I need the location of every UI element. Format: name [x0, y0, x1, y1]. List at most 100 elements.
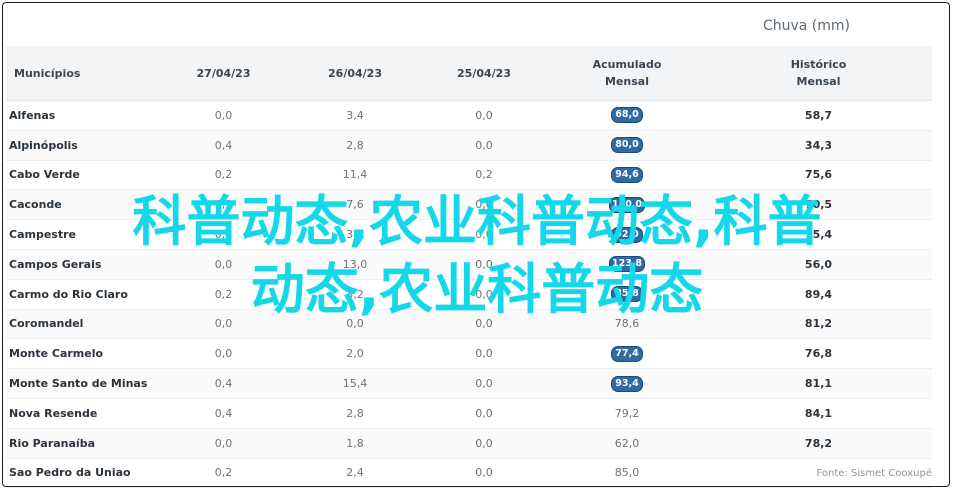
- date-3-cell: 0,0: [419, 219, 549, 250]
- table-row: Alfenas 0,0 3,4 0,0 68,0 58,7: [6, 100, 932, 131]
- date-1-cell: 0,0: [156, 309, 291, 340]
- date-3-cell: 0,0: [419, 338, 549, 370]
- table-header-row: Municípios 27/04/23 26/04/23 25/04/23 Ac…: [6, 46, 932, 101]
- table-row: Carmo do Rio Claro 0,2 3,2 0,0 85,8 89,4: [6, 279, 932, 310]
- municipio-cell: Sao Pedro da Uniao: [6, 458, 156, 489]
- date-1-cell: 0,0: [156, 100, 291, 131]
- municipio-cell: Caconde: [6, 189, 156, 221]
- table-row: Campos Gerais 0,0 13,0 0,0 123,8 56,0: [6, 249, 932, 280]
- historico-cell: 58,7: [705, 100, 932, 131]
- date-3-cell: 0,0: [419, 398, 549, 429]
- municipio-cell: Campestre: [6, 219, 156, 250]
- acumulado-cell: 79,2: [549, 398, 705, 429]
- date-1-cell: 0,0: [156, 428, 291, 459]
- table-row: Cabo Verde 0,2 11,4 0,2 94,6 75,6: [6, 160, 932, 191]
- acumulado-cell: 68,0: [549, 100, 705, 131]
- date-1-cell: 0,2: [156, 219, 291, 250]
- acumulado-cell: 93,4: [549, 368, 705, 399]
- date-2-cell: 13,0: [291, 249, 419, 280]
- historico-cell: 81,1: [705, 368, 932, 399]
- acumulado-badge: 85,8: [611, 286, 643, 303]
- source-note: Fonte: Sismet Cooxupé: [816, 468, 932, 479]
- date-2-cell: 2,8: [291, 398, 419, 429]
- table-row: Caconde 0,2 7,6 0,0 140,0 70,5: [6, 189, 932, 221]
- municipio-cell: Campos Gerais: [6, 249, 156, 280]
- acumulado-cell: 80,0: [549, 130, 705, 161]
- date-3-cell: 0,0: [419, 368, 549, 399]
- date-2-cell: 3,6: [291, 219, 419, 250]
- table-row: Nova Resende 0,4 2,8 0,0 79,2 84,1: [6, 398, 932, 429]
- table-row: Rio Paranaíba 0,0 1,8 0,0 62,0 78,2: [6, 428, 932, 459]
- table-body: Alfenas 0,0 3,4 0,0 68,0 58,7 Alpinópolis 0,4 2,…: [6, 100, 932, 489]
- header-acumulado: Acumulado Mensal: [549, 46, 705, 101]
- header-date-2: 26/04/23: [291, 46, 419, 101]
- municipio-cell: Carmo do Rio Claro: [6, 279, 156, 310]
- date-3-cell: 0,0: [419, 279, 549, 310]
- date-2-cell: 2,8: [291, 130, 419, 161]
- date-2-cell: 7,6: [291, 189, 419, 221]
- municipio-cell: Rio Paranaíba: [6, 428, 156, 459]
- table-row: Coromandel 0,0 0,0 0,0 78,6 81,2: [6, 309, 932, 340]
- date-3-cell: 0,0: [419, 458, 549, 489]
- date-2-cell: 2,4: [291, 458, 419, 489]
- header-historico-line1: Histórico: [790, 58, 847, 71]
- table-row: Monte Carmelo 0,0 2,0 0,0 77,4 76,8: [6, 338, 932, 370]
- historico-cell: 56,0: [705, 249, 932, 280]
- historico-cell: 70,5: [705, 189, 932, 221]
- date-1-cell: 0,2: [156, 160, 291, 191]
- acumulado-cell: 92,0: [549, 219, 705, 250]
- acumulado-cell: 85,0: [549, 458, 705, 489]
- date-2-cell: 1,8: [291, 428, 419, 459]
- municipio-cell: Alpinópolis: [6, 130, 156, 161]
- header-municipios: Municípios: [6, 46, 156, 101]
- acumulado-badge: 93,4: [611, 375, 643, 392]
- municipio-cell: Alfenas: [6, 100, 156, 131]
- date-1-cell: 0,4: [156, 398, 291, 429]
- date-3-cell: 0,0: [419, 309, 549, 340]
- acumulado-badge: 123,8: [608, 256, 646, 273]
- table-row: Campestre 0,2 3,6 0,0 92,0 75,4: [6, 219, 932, 250]
- acumulado-badge: 77,4: [611, 345, 643, 362]
- date-3-cell: 0,0: [419, 428, 549, 459]
- historico-cell: 89,4: [705, 279, 932, 310]
- date-1-cell: 0,0: [156, 249, 291, 280]
- acumulado-cell: 62,0: [549, 428, 705, 459]
- date-2-cell: 0,0: [291, 309, 419, 340]
- header-date-3: 25/04/23: [419, 46, 549, 101]
- acumulado-badge: 94,6: [611, 166, 643, 183]
- historico-cell: 75,4: [705, 219, 932, 250]
- historico-cell: 78,2: [705, 428, 932, 459]
- rainfall-table: Municípios 27/04/23 26/04/23 25/04/23 Ac…: [6, 46, 932, 489]
- municipio-cell: Coromandel: [6, 309, 156, 340]
- table-row: Alpinópolis 0,4 2,8 0,0 80,0 34,3: [6, 130, 932, 161]
- date-1-cell: 0,0: [156, 338, 291, 370]
- date-3-cell: 0,0: [419, 189, 549, 221]
- acumulado-cell: 78,6: [549, 309, 705, 340]
- historico-cell: 34,3: [705, 130, 932, 161]
- date-2-cell: 3,4: [291, 100, 419, 131]
- table-row: Sao Pedro da Uniao 0,2 2,4 0,0 85,0: [6, 458, 932, 489]
- header-date-1: 27/04/23: [156, 46, 291, 101]
- date-2-cell: 15,4: [291, 368, 419, 399]
- municipio-cell: Monte Santo de Minas: [6, 368, 156, 399]
- municipio-cell: Cabo Verde: [6, 160, 156, 191]
- date-3-cell: 0,2: [419, 160, 549, 191]
- table-caption: Chuva (mm): [762, 18, 850, 34]
- municipio-cell: Monte Carmelo: [6, 338, 156, 370]
- date-2-cell: 11,4: [291, 160, 419, 191]
- acumulado-badge: 68,0: [611, 107, 643, 124]
- acumulado-badge: 140,0: [608, 196, 646, 213]
- acumulado-cell: 140,0: [549, 189, 705, 221]
- header-historico: Histórico Mensal: [705, 46, 932, 101]
- acumulado-badge: 92,0: [611, 226, 643, 243]
- date-3-cell: 0,0: [419, 249, 549, 280]
- municipio-cell: Nova Resende: [6, 398, 156, 429]
- date-1-cell: 0,2: [156, 189, 291, 221]
- acumulado-cell: 123,8: [549, 249, 705, 280]
- acumulado-cell: 94,6: [549, 160, 705, 191]
- date-3-cell: 0,0: [419, 100, 549, 131]
- historico-cell: 76,8: [705, 338, 932, 370]
- header-acumulado-line2: Mensal: [605, 75, 649, 88]
- date-2-cell: 3,2: [291, 279, 419, 310]
- historico-cell: 81,2: [705, 309, 932, 340]
